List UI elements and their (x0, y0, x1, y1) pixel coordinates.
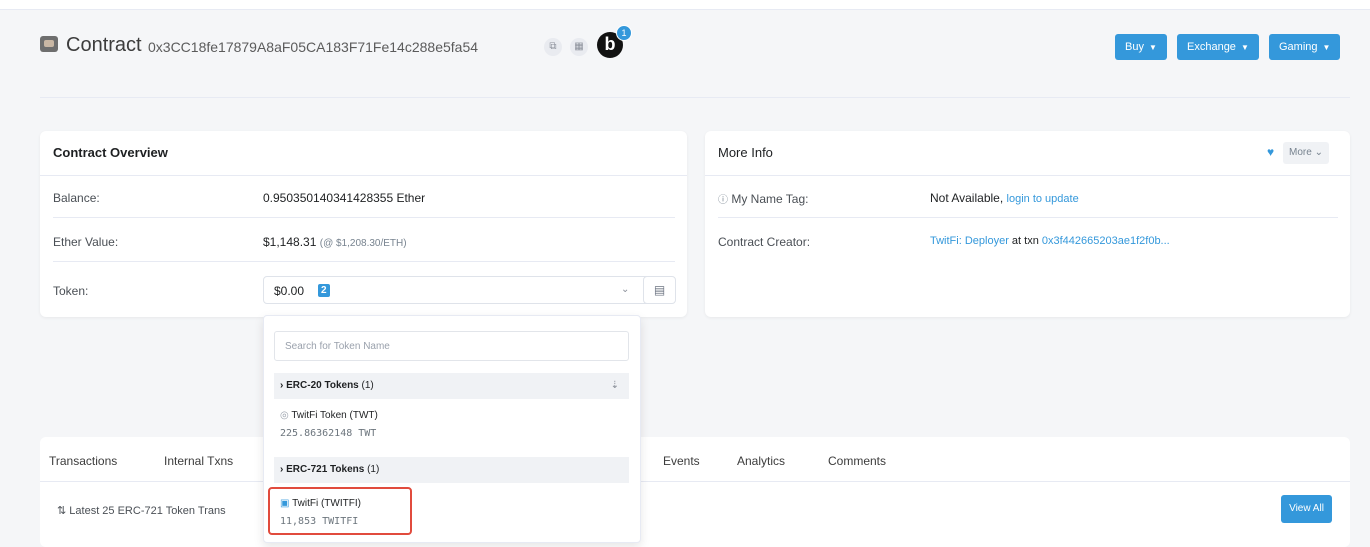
notification-badge: 1 (616, 25, 632, 41)
chevron-down-icon: ▼ (1240, 43, 1249, 52)
chevron-down-icon: ▼ (1322, 43, 1331, 52)
ether-value: $1,148.31 (263, 235, 317, 249)
tab-comments[interactable]: Comments (828, 454, 886, 468)
highlight-box (268, 487, 412, 535)
tabs-divider (40, 481, 1350, 482)
card-title: Contract Overview (40, 131, 687, 176)
more-label: More (1289, 147, 1312, 158)
token-value: $0.00 (274, 284, 305, 298)
token-search-input[interactable]: Search for Token Name (274, 331, 629, 361)
gaming-button[interactable]: Gaming ▼ (1269, 34, 1341, 60)
token-holdings-button[interactable]: ▤ (643, 276, 676, 304)
more-info-header: More Info (705, 131, 1350, 176)
sort-icon[interactable]: ⇣ (611, 373, 619, 399)
info-icon: ⓘ (718, 195, 728, 206)
header-divider (40, 97, 1350, 98)
ether-price: (@ $1,208.30/ETH) (319, 238, 407, 249)
buy-label: Buy (1125, 41, 1144, 53)
creator-txn-link[interactable]: 0x3f442665203ae1f2f0b... (1042, 235, 1170, 247)
latest-transfers-text: ⇅ Latest 25 ERC-721 Token Trans (57, 504, 226, 517)
tab-transactions[interactable]: Transactions (49, 454, 117, 468)
creator-label: Contract Creator: (718, 235, 811, 249)
contract-logo-icon (40, 36, 58, 52)
token-select[interactable]: $0.00 2 ⌄ (263, 276, 663, 304)
token-icon: ◎ (280, 410, 289, 421)
more-dropdown[interactable]: More ⌄ (1283, 142, 1329, 164)
divider (718, 217, 1338, 218)
qr-code-icon[interactable]: ▦ (570, 38, 588, 56)
more-info-card: More Info ♥ More ⌄ ⓘ My Name Tag: Not Av… (705, 131, 1350, 317)
chevron-down-icon: ▼ (1148, 43, 1157, 52)
creator-at: at txn (1011, 235, 1039, 247)
heart-icon[interactable]: ♥ (1267, 145, 1274, 159)
login-link[interactable]: login to update (1007, 193, 1079, 205)
chevron-down-icon: ⌄ (621, 284, 630, 295)
gaming-label: Gaming (1279, 41, 1318, 53)
copy-icon[interactable]: ⧉ (544, 38, 562, 56)
chevron-right-icon: › (280, 464, 284, 475)
divider (53, 217, 675, 218)
buy-button[interactable]: Buy ▼ (1115, 34, 1167, 60)
chevron-right-icon: › (280, 380, 284, 391)
card-title: More Info (718, 145, 773, 160)
erc20-token-balance: 225.86362148 TWT (280, 428, 377, 439)
contract-overview-card: Contract Overview Balance: 0.95035014034… (40, 131, 687, 317)
tab-events[interactable]: Events (663, 454, 700, 468)
erc20-count: (1) (361, 380, 374, 391)
exchange-button[interactable]: Exchange ▼ (1177, 34, 1259, 60)
top-bar (0, 0, 1370, 10)
balance-value: 0.950350140341428355 Ether (263, 191, 426, 205)
erc721-title: ERC-721 Tokens (286, 464, 365, 475)
erc20-token-item[interactable]: ◎ TwitFi Token (TWT) (280, 410, 378, 421)
contract-header: Contract 0x3CC18fe17879A8aF05CA183F71Fe1… (40, 25, 1350, 70)
erc20-group-header[interactable]: › ERC-20 Tokens (1) ⇣ (274, 373, 629, 399)
chevron-down-icon: ⌄ (1314, 147, 1323, 158)
balance-label: Balance: (53, 191, 100, 205)
erc20-token-name: TwitFi Token (TWT) (291, 410, 378, 421)
creator-link[interactable]: TwitFi: Deployer (930, 235, 1009, 247)
name-tag-value: Not Available, (930, 191, 1004, 205)
contract-address[interactable]: 0x3CC18fe17879A8aF05CA183F71Fe14c288e5fa… (148, 39, 478, 55)
wallet-icon: ▤ (653, 283, 666, 297)
name-tag-label: My Name Tag: (731, 192, 809, 206)
erc721-group-header[interactable]: › ERC-721 Tokens (1) (274, 457, 629, 483)
tab-analytics[interactable]: Analytics (737, 454, 785, 468)
erc20-title: ERC-20 Tokens (286, 380, 359, 391)
tab-internal-txns[interactable]: Internal Txns (164, 454, 233, 468)
token-count-badge: 2 (318, 284, 330, 297)
sort-icon: ⇅ (57, 505, 67, 517)
latest-text: Latest 25 ERC-721 Token Trans (69, 505, 226, 517)
erc721-count: (1) (367, 464, 380, 475)
page-title: Contract (66, 34, 142, 56)
token-label: Token: (53, 284, 89, 298)
view-all-button[interactable]: View All (1281, 495, 1332, 523)
transactions-card: Transactions Internal Txns Events Analyt… (40, 437, 1350, 547)
ether-value-label: Ether Value: (53, 235, 119, 249)
exchange-label: Exchange (1187, 41, 1236, 53)
divider (53, 261, 675, 262)
